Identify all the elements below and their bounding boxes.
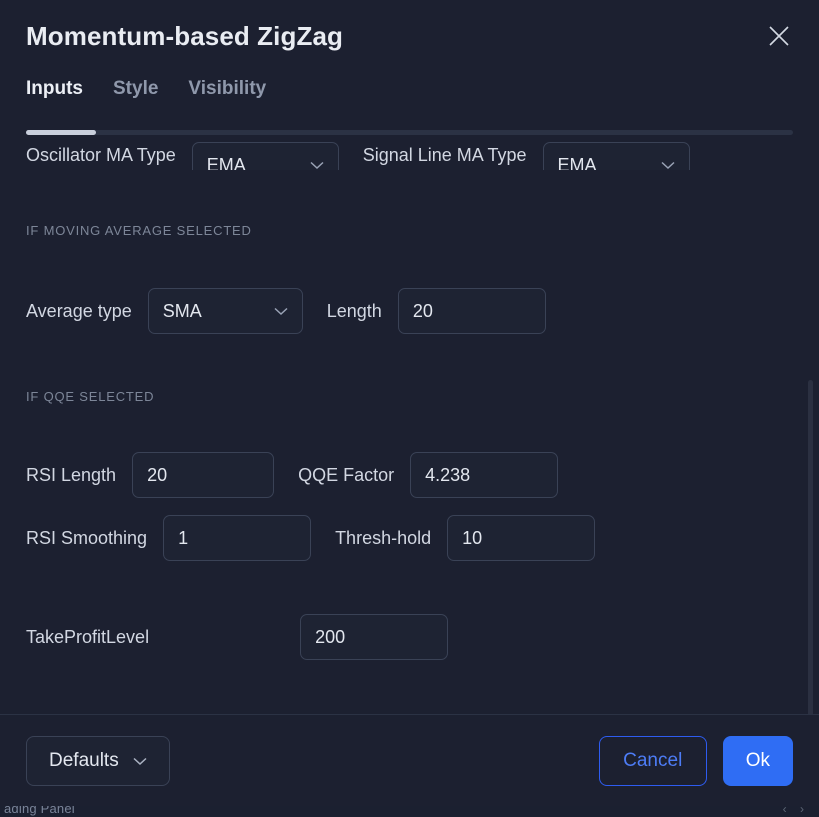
signal-line-ma-type-select[interactable]: EMA (542, 142, 690, 170)
section-heading-moving-average: IF MOVING AVERAGE SELECTED (26, 220, 793, 240)
vertical-scrollbar[interactable] (808, 380, 813, 714)
average-type-value: SMA (162, 301, 202, 321)
dialog-header: Momentum-based ZigZag (0, 0, 819, 72)
rsi-length-label: RSI Length (26, 465, 117, 485)
rsi-smoothing-label: RSI Smoothing (26, 528, 148, 548)
defaults-dropdown-button[interactable]: Defaults (26, 735, 170, 786)
row-ma-types: Oscillator MA Type EMA Signal Line MA Ty… (26, 135, 793, 170)
section-heading-qqe: IF QQE SELECTED (26, 386, 793, 406)
defaults-label: Defaults (49, 749, 119, 771)
chevron-down-icon (133, 750, 147, 772)
chevron-down-icon (661, 161, 675, 170)
rsi-length-input[interactable]: 20 (132, 452, 275, 498)
section-heading-text: IF MOVING AVERAGE SELECTED (26, 222, 252, 238)
threshold-label: Thresh-hold (335, 528, 432, 548)
row-take-profit-level: TakeProfitLevel 200 (26, 614, 793, 660)
length-input[interactable]: 20 (397, 288, 546, 334)
dialog-title: Momentum-based ZigZag (26, 20, 343, 51)
dialog-tabs: Inputs Style Visibility (0, 72, 819, 130)
oscillator-ma-type-label: Oscillator MA Type (26, 145, 176, 165)
rsi-length-value: 20 (147, 465, 168, 485)
qqe-factor-label: QQE Factor (298, 465, 395, 485)
rsi-smoothing-value: 1 (178, 528, 189, 548)
close-icon (766, 23, 792, 49)
take-profit-level-label: TakeProfitLevel (26, 627, 150, 647)
active-tab-underline (26, 130, 96, 135)
close-button[interactable] (757, 14, 801, 58)
average-type-label: Average type (26, 301, 132, 321)
average-type-select[interactable]: SMA (147, 288, 303, 334)
length-label: Length (326, 301, 382, 321)
settings-scroll-area: Oscillator MA Type EMA Signal Line MA Ty… (0, 130, 819, 714)
length-value: 20 (412, 301, 433, 321)
row-rsi-smoothing: RSI Smoothing 1 Thresh-hold 10 (26, 515, 793, 561)
signal-line-ma-type-value: EMA (557, 155, 597, 170)
oscillator-ma-type-value: EMA (206, 155, 246, 170)
tab-visibility[interactable]: Visibility (188, 78, 266, 101)
row-rsi-length: RSI Length 20 QQE Factor 4.238 (26, 452, 793, 498)
indicator-settings-dialog: Momentum-based ZigZag Inputs Style Visib… (0, 0, 819, 806)
dialog-footer: Defaults Cancel Ok (0, 714, 819, 806)
oscillator-ma-type-select[interactable]: EMA (191, 142, 339, 170)
threshold-input[interactable]: 10 (447, 515, 596, 561)
chevron-down-icon (310, 161, 324, 170)
threshold-value: 10 (462, 528, 483, 548)
signal-line-ma-type-label: Signal Line MA Type (362, 145, 527, 165)
section-heading-text: IF QQE SELECTED (26, 388, 155, 404)
take-profit-level-value: 200 (315, 627, 346, 647)
qqe-factor-value: 4.238 (425, 465, 471, 485)
cancel-button[interactable]: Cancel (598, 735, 707, 786)
tab-inputs[interactable]: Inputs (26, 78, 83, 101)
rsi-smoothing-input[interactable]: 1 (163, 515, 312, 561)
take-profit-level-input[interactable]: 200 (300, 614, 449, 660)
qqe-factor-input[interactable]: 4.238 (410, 452, 559, 498)
inputs-form: Oscillator MA Type EMA Signal Line MA Ty… (26, 130, 793, 660)
active-tab-underline-track (26, 130, 793, 135)
row-average-type: Average type SMA Length 20 (26, 288, 793, 334)
chevron-down-icon (274, 307, 288, 316)
tab-style[interactable]: Style (113, 78, 158, 101)
ok-button[interactable]: Ok (722, 735, 793, 786)
footer-actions: Cancel Ok (598, 735, 793, 786)
